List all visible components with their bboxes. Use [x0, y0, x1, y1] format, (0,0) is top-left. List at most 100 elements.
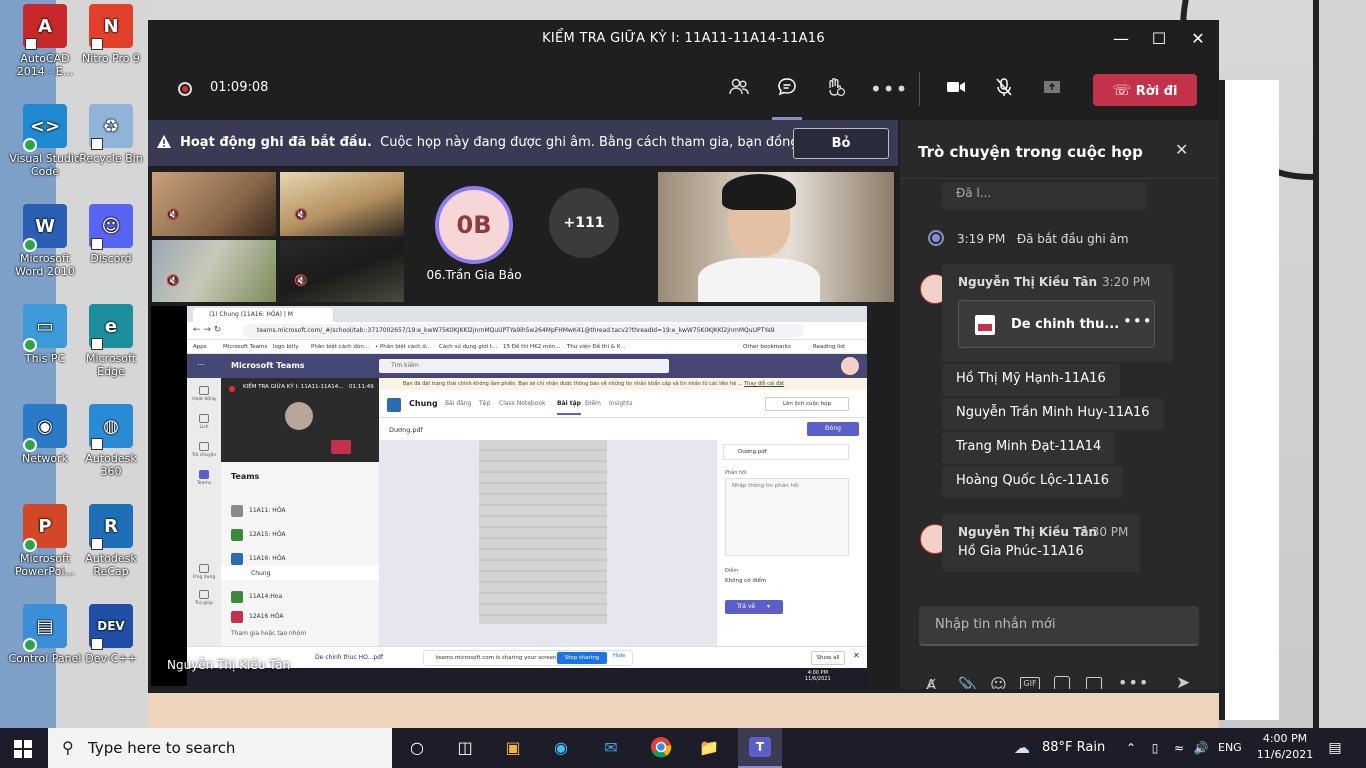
bookmark-item[interactable]: Cách sử dụng giới t...	[439, 340, 497, 353]
chevron-down-icon[interactable]: ▾	[767, 603, 770, 610]
teams-taskbar-button[interactable]: T	[738, 728, 782, 768]
teams-web-avatar[interactable]	[841, 357, 859, 375]
bookmark-item[interactable]: Reading list	[813, 340, 845, 353]
store-icon[interactable]: ▣	[500, 736, 526, 760]
input-language[interactable]: ENG	[1218, 741, 1242, 754]
rail-item[interactable]: Ứng dụng	[187, 564, 221, 580]
chrome-icon[interactable]	[648, 736, 674, 760]
desktop-icon[interactable]: e Microsoft Edge	[74, 304, 148, 378]
gif-icon[interactable]: GIF	[1020, 677, 1040, 689]
close-downloads-icon[interactable]: ✕	[853, 651, 860, 660]
desktop-icon[interactable]: W Microsoft Word 2010	[8, 204, 82, 278]
file-attachment[interactable]: De chinh thu... •••	[958, 300, 1155, 348]
desktop-icon[interactable]: P Microsoft PowerPoi...	[8, 504, 82, 578]
desktop-icon[interactable]: ◍ Autodesk 360	[74, 404, 148, 478]
change-settings-link[interactable]: Thay đổi cài đặt	[744, 381, 784, 387]
camera-icon[interactable]	[943, 76, 969, 102]
bookmark-item[interactable]: • Phân biệt cách d...	[375, 340, 431, 353]
show-hidden-icons-icon[interactable]: ⌃	[1118, 736, 1144, 760]
shared-screen[interactable]: (1) Chung (11A16: HÓA) | M ← → ↻ teams.m…	[151, 306, 867, 688]
nav-arrows-icon[interactable]: ← → ↻	[193, 325, 221, 335]
bookmark-item[interactable]: Thư viện Đề thi & K...	[567, 340, 626, 353]
close-chat-icon[interactable]: ✕	[1175, 140, 1188, 159]
download-item[interactable]: De chinh thuc HO...pdf	[303, 652, 403, 664]
attach-icon[interactable]: 📎	[958, 676, 977, 689]
chat-icon[interactable]	[774, 76, 800, 102]
attachment-chip[interactable]: Dương.pdf	[723, 444, 849, 460]
edge-taskbar-icon[interactable]: ◉	[548, 736, 574, 760]
desktop-icon[interactable]: ▤ Control Panel	[8, 604, 82, 665]
participant-video-tile[interactable]: 🔇	[152, 172, 276, 236]
channel-tab[interactable]: Insights	[609, 400, 632, 407]
desktop-icon[interactable]: N Nitro Pro 9	[74, 4, 148, 65]
channel-tab[interactable]: Bài đăng	[445, 400, 471, 407]
dismiss-banner-button[interactable]: Bỏ	[793, 128, 889, 159]
pdf-viewer[interactable]	[379, 440, 717, 646]
channel-tab[interactable]: Bài tập	[557, 400, 581, 415]
desktop-icon[interactable]: ☺ Discord	[74, 204, 148, 265]
file-explorer-icon[interactable]: 📁	[696, 736, 722, 760]
rail-item[interactable]: Trò chuyện	[187, 442, 221, 458]
channel-tab[interactable]: Tệp	[479, 400, 490, 407]
weather-text[interactable]: 88°F Rain	[1042, 740, 1105, 755]
team-row[interactable]: 11A11: HÓA	[221, 502, 379, 520]
desktop-icon[interactable]: <> Visual Studio Code	[8, 104, 82, 178]
address-bar[interactable]: teams.microsoft.com/_#/school/tab::37170…	[243, 324, 803, 338]
team-row[interactable]: 12A15: HÓA	[221, 526, 379, 544]
schedule-meeting-button[interactable]: Lên lịch cuộc họp	[765, 397, 849, 411]
compose-input[interactable]: Nhập tin nhắn mới	[935, 617, 1055, 632]
task-view-icon[interactable]: ◫	[452, 736, 478, 760]
mail-icon[interactable]: ✉	[598, 736, 624, 760]
bookmark-item[interactable]: 15 Đề thi HK2 môn...	[503, 340, 561, 353]
channel-row[interactable]: Chung	[221, 566, 379, 580]
desktop-icon[interactable]: ▭ This PC	[8, 304, 82, 365]
taskbar-clock[interactable]: 4:00 PM 11/6/2021	[1254, 731, 1316, 763]
compose-box[interactable]: Nhập tin nhắn mới	[919, 606, 1199, 646]
app-launcher-icon[interactable]: ⋯	[197, 360, 205, 369]
send-icon[interactable]: ➤	[1176, 673, 1190, 689]
attachment-more-icon[interactable]: •••	[1123, 312, 1153, 330]
taskbar-search-input[interactable]: Type here to search	[88, 739, 235, 757]
teams-web-search[interactable]: Tìm kiếm	[379, 359, 669, 373]
return-button[interactable]: Trả về ▾	[725, 600, 783, 614]
desktop-icon[interactable]: A AutoCAD 2014 - E...	[8, 4, 82, 78]
participant-video-tile[interactable]: 🔇	[280, 172, 404, 236]
browser-tab[interactable]: (1) Chung (11A16: HÓA) | M	[193, 308, 333, 322]
participants-icon[interactable]	[726, 76, 752, 102]
sticker-icon[interactable]	[1054, 676, 1070, 689]
more-options-icon[interactable]: •••	[870, 76, 907, 102]
feedback-input[interactable]: Nhập thông tin phản hồi	[725, 478, 849, 556]
participant-video-tile[interactable]: 🔇	[280, 240, 404, 302]
team-row[interactable]: 11A14:Hoa	[221, 588, 379, 606]
channel-tab[interactable]: Điểm	[585, 400, 601, 407]
emoji-icon[interactable]: ☺	[990, 675, 1007, 689]
volume-icon[interactable]: 🔊	[1188, 736, 1214, 760]
desktop-icon[interactable]: DEV Dev-C++	[74, 604, 148, 665]
desktop-icon[interactable]: ◉ Network	[8, 404, 82, 465]
rail-item[interactable]: Hoạt động	[187, 386, 221, 402]
raise-hand-icon[interactable]	[822, 76, 848, 102]
hide-sharing-button[interactable]: Hide	[613, 653, 626, 659]
rail-item[interactable]: Lịch	[187, 414, 221, 430]
mini-leave-button[interactable]	[331, 440, 351, 454]
battery-icon[interactable]: ▯	[1142, 736, 1168, 760]
team-row[interactable]: 12A16 HÓA	[221, 608, 379, 626]
bookmark-item[interactable]: Phân biệt cách dùn...	[311, 340, 369, 353]
format-icon[interactable]: A̸	[926, 676, 936, 689]
minimize-icon[interactable]: —	[1109, 28, 1133, 50]
bookmark-item[interactable]: Apps	[193, 340, 207, 353]
maximize-icon[interactable]: ☐	[1147, 28, 1171, 50]
bookmark-item[interactable]: logo bitly	[273, 340, 298, 353]
stop-sharing-button[interactable]: Stop sharing	[557, 652, 607, 664]
rail-item[interactable]: Teams	[187, 470, 221, 486]
close-file-button[interactable]: Đóng	[807, 422, 859, 436]
mic-off-icon[interactable]	[991, 76, 1017, 102]
notifications-icon[interactable]: ▤	[1322, 736, 1348, 760]
desktop-icon[interactable]: ♻ Recycle Bin	[74, 104, 148, 165]
start-button[interactable]	[14, 740, 32, 758]
cortana-icon[interactable]: ○	[404, 736, 430, 760]
more-compose-options-icon[interactable]: •••	[1118, 673, 1149, 689]
weather-icon[interactable]: ☁	[1010, 736, 1034, 760]
desktop-icon[interactable]: R Autodesk ReCap	[74, 504, 148, 578]
share-screen-icon[interactable]	[1039, 76, 1065, 102]
